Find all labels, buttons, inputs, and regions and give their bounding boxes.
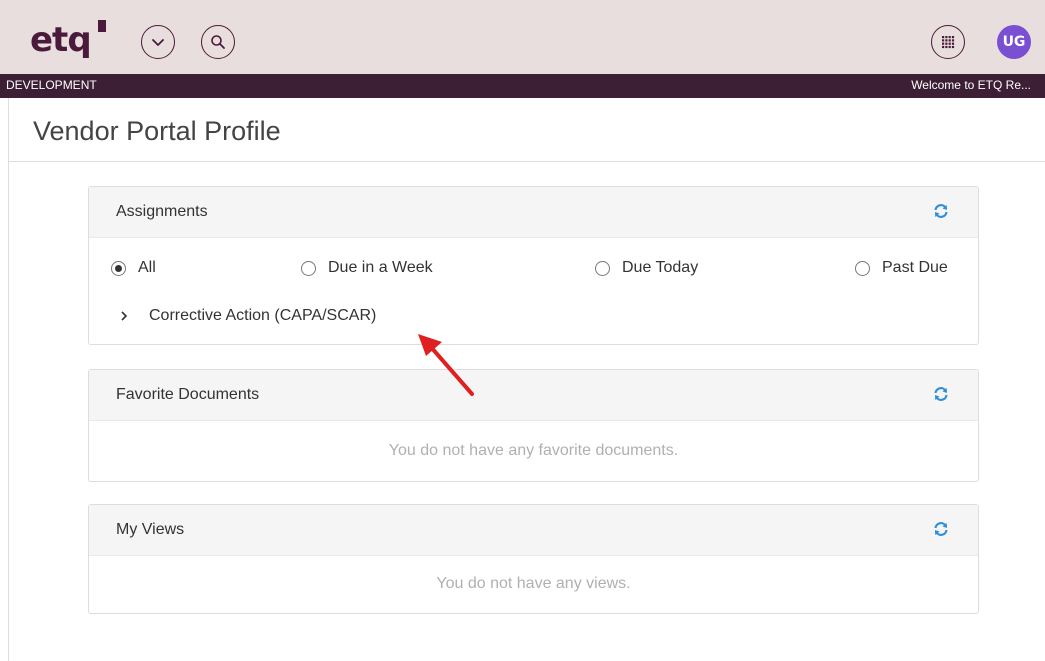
assignments-refresh-button[interactable]: [932, 202, 950, 220]
search-icon: [211, 35, 225, 49]
assignment-item-corrective-action[interactable]: Corrective Action (CAPA/SCAR): [119, 307, 376, 325]
chevron-down-icon: [152, 39, 164, 46]
filter-due-in-a-week-label: Due in a Week: [328, 259, 433, 276]
environment-bar: DEVELOPMENT Welcome to ETQ Re...: [0, 74, 1045, 98]
favorite-documents-refresh-button[interactable]: [932, 385, 950, 403]
chevron-down-button[interactable]: [141, 25, 175, 59]
page-title-bar: Vendor Portal Profile: [8, 98, 1045, 162]
search-button[interactable]: [201, 25, 235, 59]
apps-menu-button[interactable]: [931, 25, 965, 59]
favorite-documents-header: Favorite Documents: [89, 370, 978, 421]
my-views-header: My Views: [89, 505, 978, 556]
assignments-header: Assignments: [89, 187, 978, 238]
favorite-documents-panel: Favorite Documents You do not have any f…: [88, 369, 979, 482]
environment-label: DEVELOPMENT: [6, 78, 97, 92]
my-views-refresh-button[interactable]: [932, 520, 950, 538]
my-views-empty-message: You do not have any views.: [436, 575, 631, 592]
annotation-arrow: [418, 334, 474, 396]
assignment-item-label[interactable]: Corrective Action (CAPA/SCAR): [149, 307, 376, 325]
logo-mark: [98, 20, 106, 32]
user-avatar[interactable]: UG: [997, 25, 1031, 59]
top-header: etq UG: [0, 0, 1045, 74]
filter-due-today-label: Due Today: [622, 259, 699, 276]
radio-past-due[interactable]: [855, 260, 870, 276]
filter-past-due-label: Past Due: [882, 259, 948, 276]
radio-due-today[interactable]: [595, 260, 610, 276]
welcome-message: Welcome to ETQ Re...: [911, 78, 1031, 92]
filter-all-label: All: [138, 259, 156, 276]
refresh-icon: [934, 387, 948, 401]
refresh-icon: [934, 522, 948, 536]
page-title: Vendor Portal Profile: [33, 116, 281, 146]
radio-due-in-a-week[interactable]: [301, 260, 316, 276]
favorite-documents-title: Favorite Documents: [116, 386, 260, 403]
etq-logo[interactable]: etq: [30, 20, 92, 60]
assignments-title: Assignments: [116, 203, 208, 220]
filter-due-in-a-week[interactable]: Due in a Week: [301, 259, 433, 277]
refresh-icon: [934, 204, 948, 218]
apps-grid-icon: [942, 36, 955, 49]
filter-due-today[interactable]: Due Today: [595, 259, 698, 277]
assignments-panel: Assignments All Due in a Week Due Today …: [88, 186, 979, 345]
filter-all[interactable]: All: [111, 259, 156, 277]
filter-past-due[interactable]: Past Due: [855, 259, 948, 277]
my-views-panel: My Views You do not have any views.: [88, 504, 979, 614]
chevron-right-icon[interactable]: [119, 310, 133, 322]
favorite-documents-empty-message: You do not have any favorite documents.: [388, 442, 679, 459]
my-views-title: My Views: [116, 521, 185, 538]
radio-all[interactable]: [111, 260, 126, 276]
